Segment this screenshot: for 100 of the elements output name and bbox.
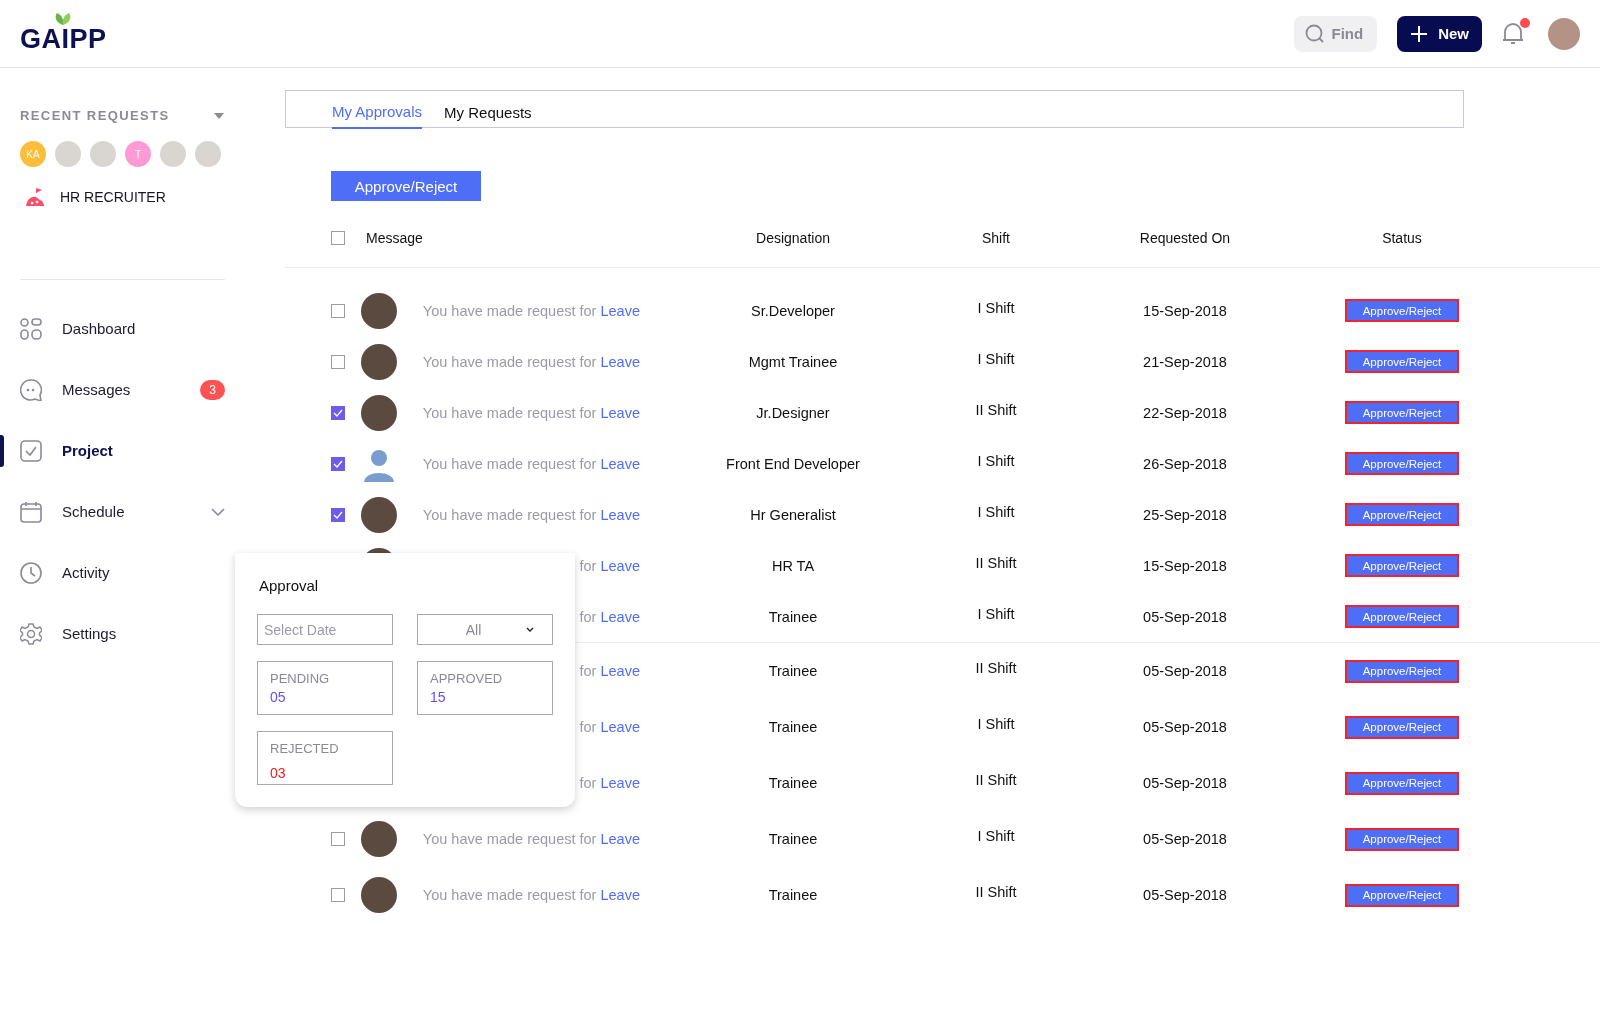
table-cell-text: 25-Sep-2018 — [1142, 506, 1228, 523]
hill-flag-icon — [24, 187, 46, 207]
leave-link[interactable]: Leave — [600, 404, 640, 421]
nav-label: Schedule — [62, 503, 126, 520]
nav-item[interactable]: Project — [20, 420, 225, 481]
avatar-photo — [361, 292, 397, 329]
table-cell-text: 05-Sep-2018 — [1142, 719, 1228, 735]
leave-link[interactable]: Leave — [600, 557, 640, 574]
approve-reject-button[interactable]: Approve/Reject — [331, 171, 481, 201]
table-cell-text: Trainee — [767, 775, 819, 791]
chevron-icon[interactable] — [211, 507, 225, 516]
checkbox[interactable] — [331, 303, 345, 318]
approve-reject-button[interactable]: Approve/Reject — [1345, 659, 1459, 683]
approve-reject-button[interactable]: Approve/Reject — [1345, 883, 1459, 907]
avatar-photo — [361, 343, 397, 380]
checkbox[interactable] — [331, 832, 345, 846]
approve-reject-button[interactable]: Approve/Reject — [1345, 715, 1459, 739]
table-cell-text: Trainee — [767, 719, 819, 735]
leave-link[interactable]: Leave — [600, 719, 640, 735]
message-text: You have made request for Leave — [421, 506, 640, 523]
message-text: You have made request for Leave — [421, 455, 640, 472]
checkbox[interactable] — [331, 507, 345, 522]
approve-reject-button[interactable]: Approve/Reject — [1345, 299, 1459, 322]
approve-reject-button[interactable]: Approve/Reject — [1345, 605, 1459, 628]
stat-label: PENDING — [270, 671, 331, 686]
user-avatar[interactable] — [1548, 17, 1580, 50]
checkbox[interactable] — [331, 456, 345, 471]
leave-link[interactable]: Leave — [600, 506, 640, 523]
logo: GAIPP — [20, 26, 107, 52]
table-cell-text: II Shift — [974, 554, 1018, 571]
find-button[interactable]: Find — [1293, 15, 1378, 52]
checkbox[interactable] — [331, 405, 345, 420]
leave-link[interactable]: Leave — [600, 775, 640, 791]
message-text: You have made request for Leave — [421, 302, 640, 319]
stat-label: REJECTED — [270, 741, 340, 756]
message-text: You have made request for Leave — [421, 831, 640, 847]
table-cell-text: Hr Generalist — [749, 506, 837, 523]
count-badge: 3 — [200, 379, 225, 400]
table-cell-text: Sr.Developer — [750, 302, 836, 319]
filter-select[interactable]: All — [417, 614, 553, 645]
table-cell-text: I Shift — [976, 828, 1016, 844]
approve-reject-button[interactable]: Approve/Reject — [1345, 452, 1459, 475]
nav-item[interactable]: Activity — [20, 542, 225, 603]
column-header: Designation — [755, 230, 831, 246]
grid-icon — [20, 317, 42, 340]
date-field[interactable]: Select Date — [257, 614, 393, 645]
approve-reject-button[interactable]: Approve/Reject — [1345, 350, 1459, 373]
popup-title: Approval — [259, 577, 320, 594]
table-cell-text: 05-Sep-2018 — [1142, 608, 1228, 625]
table-cell-text: I Shift — [976, 503, 1016, 520]
avatar[interactable] — [195, 141, 221, 167]
table-cell-text: 26-Sep-2018 — [1142, 455, 1228, 472]
approve-reject-button[interactable]: Approve/Reject — [1345, 827, 1459, 851]
checkbox[interactable] — [331, 354, 345, 369]
nav-item[interactable]: Dashboard — [20, 298, 225, 359]
table-cell-text: I Shift — [976, 716, 1016, 732]
avatar[interactable] — [90, 141, 116, 167]
approve-reject-button[interactable]: Approve/Reject — [1345, 771, 1459, 795]
bell-icon[interactable] — [1502, 21, 1524, 46]
nav-label: Dashboard — [62, 320, 137, 337]
leave-link[interactable]: Leave — [600, 455, 640, 472]
leave-link[interactable]: Leave — [600, 353, 640, 370]
leave-link[interactable]: Leave — [600, 831, 640, 847]
table-cell-text: Front End Developer — [725, 455, 861, 472]
nav-item[interactable]: Settings — [20, 603, 225, 664]
avatar-photo — [361, 394, 397, 431]
calendar-icon — [20, 500, 42, 523]
table-cell-text: Trainee — [767, 831, 819, 847]
nav-item[interactable]: Messages 3 — [20, 359, 225, 420]
leave-link[interactable]: Leave — [600, 887, 640, 903]
new-button[interactable]: New — [1397, 15, 1482, 52]
table-cell-text: 21-Sep-2018 — [1142, 353, 1228, 370]
stat-value: 05 — [270, 689, 287, 705]
approve-reject-button[interactable]: Approve/Reject — [1345, 401, 1459, 424]
message-text: You have made request for Leave — [421, 887, 640, 903]
caret-icon[interactable] — [213, 111, 225, 120]
table-cell-text: 05-Sep-2018 — [1142, 775, 1228, 791]
nav-label: Project — [62, 442, 114, 459]
leave-link[interactable]: Leave — [600, 302, 640, 319]
nav-item[interactable]: Schedule — [20, 481, 225, 542]
tab[interactable]: My Requests — [444, 101, 532, 129]
chevron-icon — [526, 627, 535, 632]
stat-label: APPROVED — [430, 671, 504, 686]
leave-link[interactable]: Leave — [600, 608, 640, 625]
approve-reject-button[interactable]: Approve/Reject — [1345, 503, 1459, 526]
table-cell-text: 15-Sep-2018 — [1142, 302, 1228, 319]
clock-icon — [20, 561, 42, 584]
leave-link[interactable]: Leave — [600, 663, 640, 679]
approve-reject-button[interactable]: Approve/Reject — [1345, 554, 1459, 577]
avatar[interactable] — [160, 141, 186, 167]
checkbox[interactable] — [331, 888, 345, 902]
chat-bubble-icon — [20, 378, 42, 401]
avatar[interactable] — [55, 141, 81, 167]
tab[interactable]: My Approvals — [332, 101, 423, 129]
message-text: You have made request for Leave — [421, 353, 640, 370]
checkbox[interactable] — [331, 231, 345, 245]
avatar-photo — [361, 877, 397, 913]
plus-icon — [1410, 24, 1429, 43]
nav-label: Messages — [62, 381, 132, 398]
active-indicator — [0, 435, 4, 467]
